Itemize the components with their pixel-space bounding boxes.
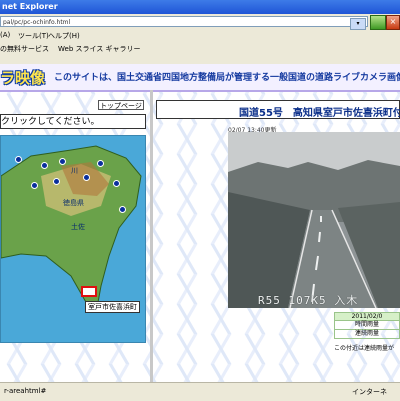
fav-web-slice-gallery[interactable]: Web スライス ギャラリー	[58, 44, 141, 54]
title-bar: net Explorer	[0, 0, 400, 14]
menu-item-tools[interactable]: ツール(T)	[18, 31, 49, 41]
status-text: r-areahtml#	[4, 387, 47, 395]
map-label-river: 川	[71, 167, 78, 175]
camera-marker[interactable]	[97, 160, 104, 167]
camera-marker[interactable]	[59, 158, 66, 165]
camera-marker[interactable]	[15, 156, 22, 163]
camera-marker[interactable]	[83, 174, 90, 181]
stop-icon[interactable]: ×	[386, 15, 400, 30]
map-panel: トップページ クリックしてください。 川 徳島県 土佐 室戸市佐喜浜町	[0, 98, 148, 382]
menu-item-help[interactable]: ヘルプ(H)	[48, 31, 80, 41]
selected-camera-marker[interactable]	[81, 286, 97, 297]
camera-marker[interactable]	[53, 178, 60, 185]
window-title: net Explorer	[2, 2, 58, 11]
page-content: ラ映像 このサイトは、国土交通省四国地方整備局が管理する一般国道の道路ライブカメ…	[0, 64, 400, 382]
map-label-tosa: 土佐	[71, 223, 85, 231]
shikoku-map: 川 徳島県 土佐 室戸市佐喜浜町	[0, 135, 146, 343]
panel-divider	[150, 90, 153, 382]
site-logo: ラ映像	[0, 69, 46, 87]
camera-panel: 国道55号 高知県室戸市佐喜浜町付 02/07 13:40更新 R55 107K…	[156, 98, 400, 382]
selected-camera-label[interactable]: 室戸市佐喜浜町	[85, 301, 140, 313]
camera-caption: R55 107K5 入木	[258, 294, 359, 307]
address-dropdown-icon[interactable]: ▾	[350, 18, 366, 30]
rain-table-hourly: 時間雨量	[334, 321, 400, 330]
site-tagline: このサイトは、国土交通省四国地方整備局が管理する一般国道の道路ライブカメラ画像を	[54, 73, 400, 83]
fav-free-services[interactable]: の無料サービス	[0, 44, 49, 54]
site-banner: ラ映像 このサイトは、国土交通省四国地方整備局が管理する一般国道の道路ライブカメ…	[0, 64, 400, 92]
menu-item-favorites[interactable]: (A)	[0, 31, 10, 39]
camera-marker[interactable]	[119, 206, 126, 213]
map-label-tokushima: 徳島県	[63, 199, 84, 207]
status-bar: r-areahtml# インターネ	[0, 382, 400, 401]
favorites-bar: の無料サービス Web スライス ギャラリー	[0, 42, 400, 57]
camera-image: R55 107K5 入木	[228, 132, 400, 308]
road-scene	[228, 132, 400, 308]
route-title-box: 国道55号 高知県室戸市佐喜浜町付	[156, 100, 400, 119]
top-page-button[interactable]: トップページ	[98, 100, 144, 110]
security-zone: インターネ	[352, 388, 387, 396]
tab-strip	[0, 56, 400, 64]
address-bar: pal/pc/pc-ochinfo.html ▾ ×	[0, 14, 400, 31]
go-button[interactable]	[370, 15, 386, 30]
camera-marker[interactable]	[113, 180, 120, 187]
menu-bar: (A) ツール(T) ヘルプ(H)	[0, 30, 400, 42]
rain-table-continuous: 連続雨量	[334, 330, 400, 339]
rain-table-date: 2011/02/0	[334, 312, 400, 321]
camera-marker[interactable]	[41, 162, 48, 169]
address-input[interactable]: pal/pc/pc-ochinfo.html	[0, 16, 368, 27]
camera-marker[interactable]	[31, 182, 38, 189]
route-title: 国道55号 高知県室戸市佐喜浜町付	[239, 108, 400, 119]
instruction-box: クリックしてください。	[0, 114, 146, 129]
rain-table: 2011/02/0 時間雨量 連続雨量	[334, 312, 400, 339]
rain-note: この付近は連続雨量が	[334, 345, 395, 352]
